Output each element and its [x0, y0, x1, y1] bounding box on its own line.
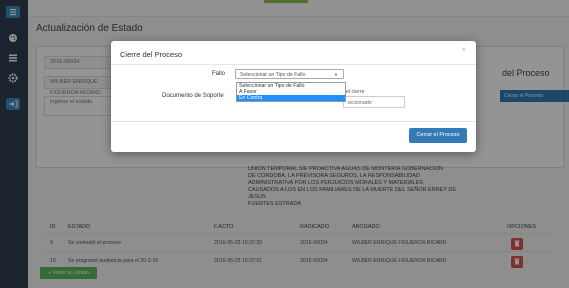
- dropdown-option-en-contra[interactable]: En Contra: [237, 95, 345, 101]
- fallo-label: Fallo: [212, 71, 226, 77]
- close-icon[interactable]: ×: [461, 45, 466, 54]
- documento-label: Documento de Soporte: [162, 93, 224, 99]
- documento-file-input[interactable]: eccionado: [343, 96, 405, 108]
- fallo-dropdown-list: Seleccionar un Tipo de Fallo A Favor En …: [236, 82, 346, 102]
- chevron-down-icon: ▼: [334, 72, 338, 77]
- modal-footer-divider: [111, 121, 476, 122]
- close-process-button[interactable]: Cerrar el Proceso: [409, 128, 467, 143]
- fallo-select[interactable]: Seleccionar un Tipo de Fallo ▼: [235, 69, 344, 79]
- close-process-modal: Cierre del Proceso × Fallo Seleccionar u…: [111, 41, 476, 152]
- modal-header-divider: [111, 64, 476, 65]
- documento-helper-text: el cierre: [346, 89, 365, 95]
- fallo-select-value: Seleccionar un Tipo de Fallo: [240, 72, 306, 78]
- modal-title: Cierre del Proceso: [120, 50, 183, 59]
